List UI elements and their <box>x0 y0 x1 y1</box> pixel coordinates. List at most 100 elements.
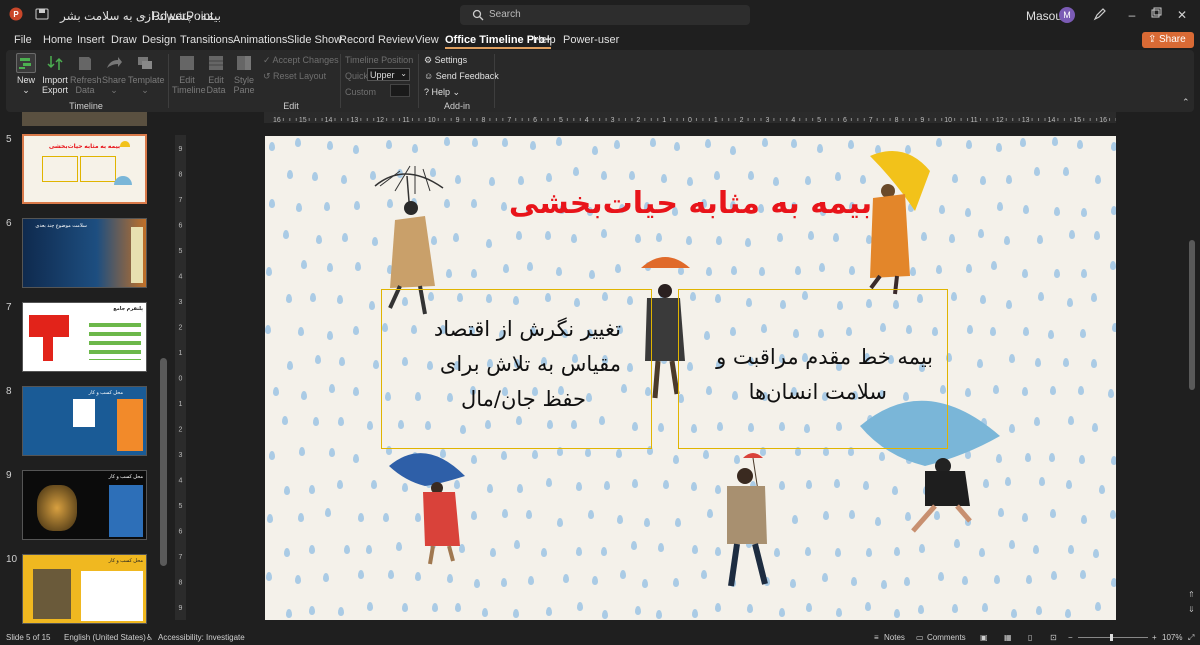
search-box[interactable]: Search <box>460 5 750 25</box>
vertical-ruler-ticks: 9 8 7 6 5 4 3 2 1 0 1 2 3 4 5 6 7 8 9 <box>179 146 183 612</box>
ruler-tick-label: 15 <box>1073 117 1081 124</box>
accessibility-icon[interactable]: ♿ <box>146 633 153 642</box>
ruler-tick-label: 15 <box>299 117 307 124</box>
ruler-tick-label: 13 <box>1022 117 1030 124</box>
ruler-tick-label: 11 <box>402 117 409 124</box>
thumbnail-partial <box>22 112 147 126</box>
scroll-down-icon[interactable]: ⇓ <box>1188 605 1195 614</box>
comments-icon[interactable]: ▭ <box>916 633 924 642</box>
tab-animations[interactable]: Animations <box>233 34 287 46</box>
new-timeline-button[interactable]: New ⌄ <box>12 53 40 95</box>
refresh-data-button[interactable]: Refresh Data <box>70 53 102 95</box>
tab-help[interactable]: Help <box>533 34 556 46</box>
thumbnail-slide-6[interactable]: سلامت موضوع چند بعدی <box>22 218 147 288</box>
close-icon[interactable]: ✕ <box>1174 7 1190 23</box>
smiley-icon: ☺ <box>424 71 434 81</box>
help-button[interactable]: ? Help ⌄ <box>424 87 460 98</box>
ruler-tick-label: 3 <box>179 299 183 306</box>
thumbnail-title: محل کسب و کار <box>108 474 143 480</box>
tab-power-user[interactable]: Power-user <box>563 34 619 46</box>
thumbnail-slide-9[interactable]: محل کسب و کار <box>22 470 147 540</box>
ruler-tick-label: 5 <box>179 248 183 255</box>
tab-design[interactable]: Design <box>142 34 176 46</box>
group-label-timeline: Timeline <box>69 101 103 111</box>
ruler-tick-label: 2 <box>179 427 183 434</box>
reading-view-icon[interactable]: ▯ <box>1028 633 1032 642</box>
right-box-line-1: بیمه خط مقدم مراقبت و <box>716 345 933 369</box>
collapse-ribbon-icon[interactable]: ⌃ <box>1182 97 1190 108</box>
maximize-icon[interactable] <box>1148 7 1164 23</box>
thumbnail-title: محل کسب و کار <box>108 558 143 564</box>
template-button[interactable]: Template ⌄ <box>128 53 165 95</box>
ruler-tick-label: 7 <box>507 117 511 124</box>
zoom-level[interactable]: 107% <box>1162 633 1182 642</box>
style-pane-button[interactable]: Style Pane <box>231 53 257 95</box>
thumbnail-number: 8 <box>6 386 12 397</box>
minimize-icon[interactable]: – <box>1124 7 1140 23</box>
send-feedback-button[interactable]: ☺ Send Feedback <box>424 71 499 81</box>
left-box-line-2: مقیاس به تلاش برای <box>439 352 621 376</box>
edit-timeline-button[interactable]: Edit Timeline <box>172 53 206 95</box>
slide-scrollbar[interactable]: ⇑ ⇓ <box>1186 130 1198 620</box>
zoom-slider[interactable] <box>1078 637 1148 638</box>
slide-counter: Slide 5 of 15 <box>6 633 51 642</box>
slide-sorter-icon[interactable]: ▦ <box>1004 633 1012 642</box>
zoom-in-icon[interactable]: + <box>1152 633 1157 642</box>
quick-select[interactable]: Upper ⌄ <box>367 68 410 81</box>
zoom-thumb[interactable] <box>1110 634 1113 641</box>
slide-canvas[interactable]: بیمه به مثابه حیات‌بخشی تغییر نگرش از اق… <box>265 136 1116 620</box>
share-timeline-button[interactable]: Share ⌄ <box>100 53 128 95</box>
zoom-out-icon[interactable]: − <box>1068 633 1073 642</box>
tab-view[interactable]: View <box>415 34 439 46</box>
tab-draw[interactable]: Draw <box>111 34 137 46</box>
notes-button[interactable]: Notes <box>884 633 905 642</box>
slideshow-icon[interactable]: ⊡ <box>1050 633 1057 642</box>
thumbnail-scrollbar[interactable] <box>160 358 167 566</box>
text-box-left[interactable]: تغییر نگرش از اقتصاد مقیاس به تلاش برای … <box>381 289 652 449</box>
tab-transitions[interactable]: Transitions <box>180 34 233 46</box>
autosave-toggle-icon[interactable] <box>34 7 50 23</box>
edit-data-button[interactable]: Edit Data <box>203 53 229 95</box>
left-box-line-3: حفظ جان/مال <box>461 387 586 411</box>
tab-record[interactable]: Record <box>339 34 374 46</box>
accept-changes-button[interactable]: ✓ Accept Changes <box>263 55 339 66</box>
ruler-tick-label: 3 <box>766 117 770 124</box>
tab-review[interactable]: Review <box>378 34 414 46</box>
tab-home[interactable]: Home <box>43 34 72 46</box>
quick-label: Quick <box>345 71 369 81</box>
ruler-tick-label: 9 <box>456 117 460 124</box>
import-export-button[interactable]: Import Export <box>40 53 70 95</box>
edit-data-icon <box>206 53 226 73</box>
thumbnail-slide-8[interactable]: محل کسب و کار <box>22 386 147 456</box>
pen-icon[interactable] <box>1092 7 1108 23</box>
settings-button[interactable]: ⚙ Settings <box>424 55 467 66</box>
share-button[interactable]: ⇪ Share <box>1142 32 1194 48</box>
import-export-icon <box>45 53 65 73</box>
thumbnail-slide-7[interactable]: پلتفرم جامع <box>22 302 147 372</box>
horizontal-ruler: 16 15 14 13 12 11 10 9 8 7 6 5 4 3 2 1 0 1 2 3 4 5 6 7 8 9 10 11 12 1… <box>264 112 1123 124</box>
thumbnail-slide-10[interactable]: محل کسب و کار <box>22 554 147 624</box>
custom-position-field[interactable] <box>390 84 410 97</box>
text-box-right[interactable]: بیمه خط مقدم مراقبت و سلامت انسان‌ها <box>678 289 948 449</box>
ruler-tick-label: 8 <box>895 117 899 124</box>
ribbon-separator <box>168 54 169 108</box>
left-box-line-1: تغییر نگرش از اقتصاد <box>433 317 621 341</box>
thumbnail-slide-5[interactable]: بیمه به مثابه حیات‌بخشی <box>22 134 147 204</box>
scroll-up-icon[interactable]: ⇑ <box>1188 590 1195 599</box>
gear-icon: ⚙ <box>424 55 433 65</box>
fit-slide-icon[interactable]: ⤢ <box>1188 633 1194 643</box>
avatar[interactable]: M <box>1059 7 1075 23</box>
slide-title[interactable]: بیمه به مثابه حیات‌بخشی <box>265 186 1116 221</box>
language-indicator[interactable]: English (United States) <box>64 633 146 642</box>
normal-view-icon[interactable]: ▣ <box>980 633 988 642</box>
comments-button[interactable]: Comments <box>927 633 966 642</box>
tab-file[interactable]: File <box>14 34 32 46</box>
tab-slide-show[interactable]: Slide Show <box>287 34 342 46</box>
scrollbar-thumb[interactable] <box>1189 240 1195 390</box>
accessibility-status[interactable]: Accessibility: Investigate <box>158 633 245 642</box>
ruler-tick-label: 8 <box>179 171 183 178</box>
tab-insert[interactable]: Insert <box>77 34 105 46</box>
blue-umbrella-child <box>389 453 465 565</box>
notes-icon[interactable]: ≡ <box>874 633 879 642</box>
reset-layout-button[interactable]: ↺ Reset Layout <box>263 71 326 82</box>
